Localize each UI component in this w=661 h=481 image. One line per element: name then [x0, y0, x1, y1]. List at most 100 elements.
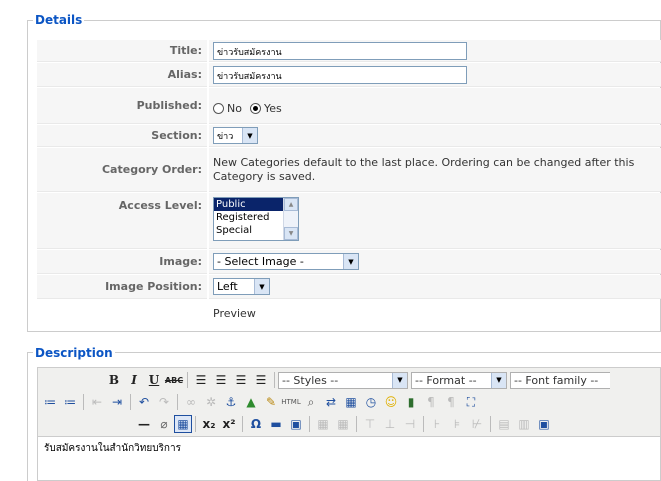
- alias-input[interactable]: ข่าวรับสมัครงาน: [213, 65, 467, 84]
- underline-icon[interactable]: U: [144, 370, 164, 390]
- strikethrough-icon[interactable]: ABC: [164, 370, 184, 390]
- outdent-icon[interactable]: ⇤: [87, 392, 107, 412]
- font-family-select-value: -- Font family --: [514, 373, 599, 387]
- toolbar-divider: [242, 416, 243, 432]
- image-select[interactable]: - Select Image - ▼: [213, 253, 359, 270]
- toolbar-divider: [356, 416, 357, 432]
- access-level-row: Access Level: Public Registered Special …: [37, 193, 661, 249]
- published-yes-radio[interactable]: Yes: [249, 102, 282, 115]
- image-label: Image:: [37, 250, 207, 274]
- alias-cell: ข่าวรับสมัครงาน: [209, 63, 661, 87]
- media-icon[interactable]: ▮: [401, 392, 421, 412]
- toolbar-divider: [187, 372, 188, 388]
- image-position-row: Image Position: Left ▼: [37, 275, 661, 299]
- section-select[interactable]: ข่าว ▼: [213, 127, 258, 144]
- bullet-list-icon[interactable]: ≔: [40, 392, 60, 412]
- toolbar-divider: [195, 416, 196, 432]
- image-row: Image: - Select Image - ▼: [37, 250, 661, 274]
- insert-row-after-icon[interactable]: ⊥: [380, 414, 400, 434]
- insert-date-icon[interactable]: ▦: [341, 392, 361, 412]
- bold-icon[interactable]: B: [104, 370, 124, 390]
- published-label: Published:: [37, 88, 207, 124]
- edit-icon[interactable]: ▣: [286, 414, 306, 434]
- section-row: Section: ข่าว ▼: [37, 125, 661, 147]
- image-icon[interactable]: ▲: [241, 392, 261, 412]
- italic-icon[interactable]: I: [124, 370, 144, 390]
- toolbar-divider: [274, 372, 275, 388]
- image-select-value: - Select Image -: [217, 255, 304, 268]
- insert-col-after-icon[interactable]: ⊧: [447, 414, 467, 434]
- scroll-down-icon[interactable]: ▼: [284, 227, 298, 240]
- listbox-scrollbar[interactable]: ▲ ▼: [283, 198, 298, 240]
- cell-props-icon[interactable]: ▣: [534, 414, 554, 434]
- superscript-icon[interactable]: x²: [219, 414, 239, 434]
- undo-icon[interactable]: ↶: [134, 392, 154, 412]
- anchor-icon[interactable]: ⚓: [221, 392, 241, 412]
- category-order-cell: New Categories default to the last place…: [209, 148, 661, 192]
- find-icon[interactable]: ⌕: [301, 392, 321, 412]
- rtl-icon[interactable]: ¶: [441, 392, 461, 412]
- access-option-special[interactable]: Special: [214, 224, 283, 237]
- cleanup-icon[interactable]: ✎: [261, 392, 281, 412]
- title-input[interactable]: ข่าวรับสมัครงาน: [213, 41, 467, 60]
- subscript-icon[interactable]: x₂: [199, 414, 219, 434]
- image-position-cell: Left ▼: [209, 275, 661, 299]
- align-center-icon[interactable]: ☰: [211, 370, 231, 390]
- font-family-select[interactable]: -- Font family --: [510, 371, 610, 389]
- toolbar-divider: [423, 416, 424, 432]
- delete-row-icon[interactable]: ⊣: [400, 414, 420, 434]
- published-no-radio[interactable]: No: [213, 102, 242, 115]
- unlink-icon[interactable]: ✲: [201, 392, 221, 412]
- html-icon[interactable]: HTML: [281, 392, 301, 412]
- indent-icon[interactable]: ⇥: [107, 392, 127, 412]
- insert-row-before-icon[interactable]: ⊤: [360, 414, 380, 434]
- horizontal-rule-icon[interactable]: —: [134, 414, 154, 434]
- chevron-down-icon: ▼: [392, 372, 407, 388]
- remove-format-icon[interactable]: ⌀: [154, 414, 174, 434]
- editor-content-area[interactable]: รับสมัครงานในสำนักวิทยบริการ: [38, 436, 660, 480]
- description-legend: Description: [33, 346, 115, 360]
- published-row: Published: No Yes: [37, 88, 661, 124]
- radio-checked-icon: [249, 103, 261, 114]
- toolbar-divider: [130, 394, 131, 410]
- details-legend: Details: [33, 13, 85, 27]
- table-icon[interactable]: ▦: [313, 414, 333, 434]
- merge-cells-icon[interactable]: ▥: [514, 414, 534, 434]
- emoticon-icon[interactable]: ☺: [381, 392, 401, 412]
- split-cells-icon[interactable]: ▤: [494, 414, 514, 434]
- visual-aid-icon[interactable]: ▦: [174, 415, 192, 433]
- delete-col-icon[interactable]: ⊬: [467, 414, 487, 434]
- align-justify-icon[interactable]: ☰: [251, 370, 271, 390]
- chevron-down-icon: ▼: [254, 279, 269, 294]
- image-position-label: Image Position:: [37, 275, 207, 299]
- access-option-registered[interactable]: Registered: [214, 211, 283, 224]
- advanced-hr-icon[interactable]: ▬: [266, 414, 286, 434]
- align-left-icon[interactable]: ☰: [191, 370, 211, 390]
- preview-row: Preview: [37, 302, 661, 324]
- align-right-icon[interactable]: ☰: [231, 370, 251, 390]
- format-select[interactable]: -- Format -- ▼: [411, 371, 507, 389]
- table-props-icon[interactable]: ▦: [333, 414, 353, 434]
- image-position-select[interactable]: Left ▼: [213, 278, 270, 295]
- numbered-list-icon[interactable]: ≔: [60, 392, 80, 412]
- image-position-value: Left: [217, 280, 238, 293]
- scroll-up-icon[interactable]: ▲: [284, 198, 298, 211]
- ltr-icon[interactable]: ¶: [421, 392, 441, 412]
- special-char-icon[interactable]: Ω: [246, 414, 266, 434]
- link-icon[interactable]: ∞: [181, 392, 201, 412]
- styles-select[interactable]: -- Styles -- ▼: [278, 371, 408, 389]
- fullscreen-icon[interactable]: ⛶: [461, 392, 481, 412]
- category-order-label: Category Order:: [37, 148, 207, 192]
- access-level-cell: Public Registered Special ▲ ▼: [209, 193, 661, 249]
- access-level-listbox[interactable]: Public Registered Special ▲ ▼: [213, 197, 299, 241]
- chevron-down-icon: ▼: [491, 372, 506, 388]
- insert-col-before-icon[interactable]: ⊦: [427, 414, 447, 434]
- toolbar-row-3: — ⌀ ▦ x₂ x² Ω ▬ ▣ ▦ ▦ ⊤ ⊥ ⊣ ⊦ ⊧ ⊬ ▤ ▥ ▣: [38, 413, 660, 435]
- insert-time-icon[interactable]: ◷: [361, 392, 381, 412]
- toolbar-divider: [177, 394, 178, 410]
- access-option-public[interactable]: Public: [214, 198, 283, 211]
- alias-label: Alias:: [37, 63, 207, 87]
- replace-icon[interactable]: ⇄: [321, 392, 341, 412]
- preview-cell: Preview: [209, 302, 661, 324]
- redo-icon[interactable]: ↷: [154, 392, 174, 412]
